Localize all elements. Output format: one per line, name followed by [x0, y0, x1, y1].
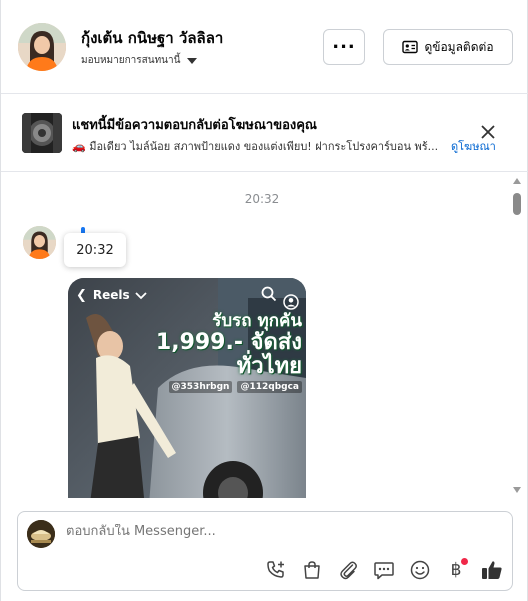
scroll-down-arrow[interactable]: [513, 487, 521, 493]
reply-input[interactable]: [66, 524, 486, 539]
conversation-area[interactable]: 20:32 20:32 ❮ Reels รับรถ ทุกคัน 1,999.-…: [1, 172, 528, 498]
shop-button[interactable]: [300, 558, 324, 582]
emoji-button[interactable]: [408, 558, 432, 582]
chat-bubble-icon: [374, 562, 394, 580]
search-icon[interactable]: [261, 286, 277, 302]
more-options-label: ...: [332, 32, 356, 53]
smiley-icon: [410, 560, 430, 580]
composer-toolbar: ฿: [264, 558, 504, 582]
message-timestamp: 20:32: [244, 192, 280, 206]
shared-reel-attachment[interactable]: ❮ Reels รับรถ ทุกคัน 1,999.- จัดส่งทั่วไ…: [68, 278, 306, 498]
assign-conversation-dropdown[interactable]: มอบหมายการสนทนานี้: [81, 53, 198, 68]
reel-promo-text: รับรถ ทุกคัน 1,999.- จัดส่งทั่วไทย @353h…: [150, 312, 302, 393]
notification-dot: [461, 558, 468, 565]
promo-line-1: รับรถ ทุกคัน: [212, 311, 302, 331]
shopping-bag-icon: [304, 561, 320, 579]
assign-label: มอบหมายการสนทนานี้: [81, 55, 181, 66]
back-arrow-icon[interactable]: ❮: [76, 288, 87, 303]
more-options-button[interactable]: ...: [323, 29, 365, 65]
message-composer: ฿: [17, 511, 513, 591]
like-button[interactable]: [480, 558, 504, 582]
ad-thumbnail[interactable]: [22, 113, 62, 153]
reels-label: Reels: [92, 288, 130, 302]
promo-tags: @353hrbgn @112qbgca: [150, 381, 302, 393]
close-icon[interactable]: [479, 123, 497, 141]
promo-tag-1: @353hrbgn: [168, 381, 233, 393]
phone-plus-icon: [267, 561, 284, 578]
ad-banner-subtitle: 🚗 มือเดียว ไมล์น้อย สภาพป้ายแดง ของแต่งเ…: [72, 140, 439, 153]
view-contact-info-button[interactable]: ดูข้อมูลติดต่อ: [383, 29, 513, 65]
ad-banner-title: แชทนี้มีข้อความตอบกลับต่อโฆษณาของคุณ: [72, 118, 317, 133]
page-avatar: [27, 520, 55, 548]
contact-card-icon: [402, 40, 419, 54]
sender-avatar[interactable]: [23, 226, 56, 259]
contact-name[interactable]: กุ้งเต้น กนิษฐา วัลลิลา: [81, 26, 223, 50]
contact-avatar[interactable]: [18, 23, 66, 71]
chevron-down-icon[interactable]: [135, 290, 147, 300]
paperclip-icon: [340, 561, 357, 580]
view-contact-info-label: ดูข้อมูลติดต่อ: [424, 39, 494, 54]
promo-line-2: 1,999.- จัดส่งทั่วไทย: [155, 330, 302, 379]
profile-icon[interactable]: [283, 294, 299, 310]
attach-button[interactable]: [336, 558, 360, 582]
payment-button[interactable]: ฿: [444, 558, 468, 582]
call-button[interactable]: [264, 558, 288, 582]
promo-tag-2: @112qbgca: [237, 381, 302, 393]
reel-topbar: ❮ Reels: [68, 278, 306, 312]
chat-header: กุ้งเต้น กนิษฐา วัลลิลา มอบหมายการสนทนาน…: [1, 0, 528, 94]
time-tooltip: 20:32: [64, 233, 126, 267]
chevron-down-icon: [187, 57, 198, 64]
chat-window: กุ้งเต้น กนิษฐา วัลลิลา มอบหมายการสนทนาน…: [0, 0, 528, 601]
thumbs-up-icon: [482, 561, 502, 579]
scroll-up-arrow[interactable]: [513, 178, 521, 184]
ad-reply-banner: แชทนี้มีข้อความตอบกลับต่อโฆษณาของคุณ 🚗 ม…: [1, 94, 528, 172]
saved-replies-button[interactable]: [372, 558, 396, 582]
baht-icon: ฿: [450, 560, 462, 580]
scrollbar-thumb[interactable]: [513, 193, 521, 215]
